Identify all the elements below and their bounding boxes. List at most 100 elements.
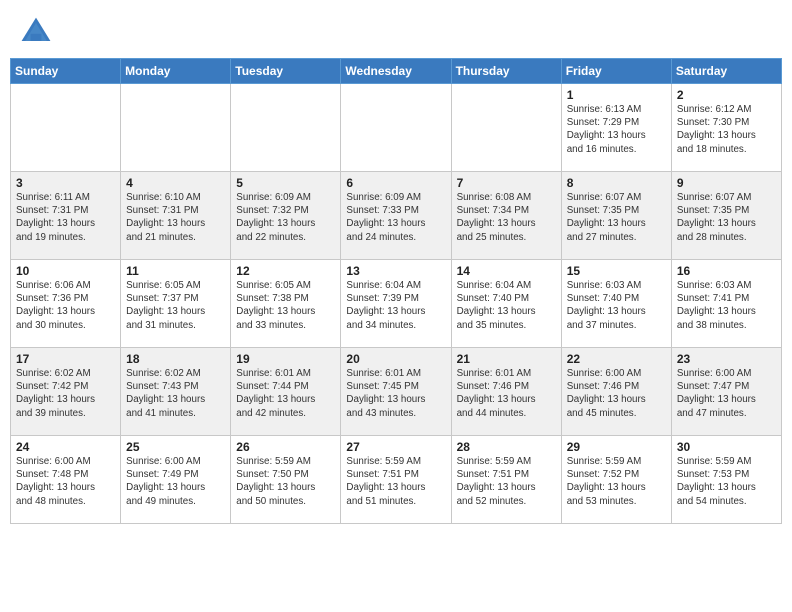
calendar-cell: 18Sunrise: 6:02 AM Sunset: 7:43 PM Dayli…	[121, 348, 231, 436]
day-number: 16	[677, 264, 776, 278]
day-info: Sunrise: 6:02 AM Sunset: 7:43 PM Dayligh…	[126, 367, 225, 420]
day-number: 13	[346, 264, 445, 278]
calendar-cell: 19Sunrise: 6:01 AM Sunset: 7:44 PM Dayli…	[231, 348, 341, 436]
day-number: 26	[236, 440, 335, 454]
weekday-header-sunday: Sunday	[11, 59, 121, 84]
day-info: Sunrise: 5:59 AM Sunset: 7:52 PM Dayligh…	[567, 455, 666, 508]
calendar-cell	[231, 84, 341, 172]
calendar-cell	[451, 84, 561, 172]
day-info: Sunrise: 6:04 AM Sunset: 7:39 PM Dayligh…	[346, 279, 445, 332]
day-info: Sunrise: 6:08 AM Sunset: 7:34 PM Dayligh…	[457, 191, 556, 244]
weekday-header-thursday: Thursday	[451, 59, 561, 84]
calendar-cell: 8Sunrise: 6:07 AM Sunset: 7:35 PM Daylig…	[561, 172, 671, 260]
day-info: Sunrise: 6:03 AM Sunset: 7:40 PM Dayligh…	[567, 279, 666, 332]
day-number: 1	[567, 88, 666, 102]
calendar-cell: 17Sunrise: 6:02 AM Sunset: 7:42 PM Dayli…	[11, 348, 121, 436]
day-number: 17	[16, 352, 115, 366]
day-info: Sunrise: 6:00 AM Sunset: 7:46 PM Dayligh…	[567, 367, 666, 420]
day-number: 5	[236, 176, 335, 190]
day-number: 15	[567, 264, 666, 278]
day-number: 4	[126, 176, 225, 190]
page: SundayMondayTuesdayWednesdayThursdayFrid…	[0, 0, 792, 612]
calendar-cell: 6Sunrise: 6:09 AM Sunset: 7:33 PM Daylig…	[341, 172, 451, 260]
calendar-cell	[341, 84, 451, 172]
calendar-cell: 10Sunrise: 6:06 AM Sunset: 7:36 PM Dayli…	[11, 260, 121, 348]
calendar-cell: 7Sunrise: 6:08 AM Sunset: 7:34 PM Daylig…	[451, 172, 561, 260]
day-number: 8	[567, 176, 666, 190]
calendar-cell: 14Sunrise: 6:04 AM Sunset: 7:40 PM Dayli…	[451, 260, 561, 348]
day-info: Sunrise: 6:01 AM Sunset: 7:44 PM Dayligh…	[236, 367, 335, 420]
day-number: 2	[677, 88, 776, 102]
calendar-cell: 24Sunrise: 6:00 AM Sunset: 7:48 PM Dayli…	[11, 436, 121, 524]
calendar-cell	[11, 84, 121, 172]
calendar-cell	[121, 84, 231, 172]
day-number: 9	[677, 176, 776, 190]
day-info: Sunrise: 6:09 AM Sunset: 7:33 PM Dayligh…	[346, 191, 445, 244]
day-info: Sunrise: 5:59 AM Sunset: 7:50 PM Dayligh…	[236, 455, 335, 508]
day-info: Sunrise: 5:59 AM Sunset: 7:53 PM Dayligh…	[677, 455, 776, 508]
calendar-cell: 4Sunrise: 6:10 AM Sunset: 7:31 PM Daylig…	[121, 172, 231, 260]
calendar-cell: 2Sunrise: 6:12 AM Sunset: 7:30 PM Daylig…	[671, 84, 781, 172]
day-info: Sunrise: 6:12 AM Sunset: 7:30 PM Dayligh…	[677, 103, 776, 156]
day-info: Sunrise: 6:01 AM Sunset: 7:46 PM Dayligh…	[457, 367, 556, 420]
logo-icon	[18, 14, 54, 50]
day-info: Sunrise: 5:59 AM Sunset: 7:51 PM Dayligh…	[346, 455, 445, 508]
day-number: 11	[126, 264, 225, 278]
day-info: Sunrise: 6:05 AM Sunset: 7:38 PM Dayligh…	[236, 279, 335, 332]
day-info: Sunrise: 6:10 AM Sunset: 7:31 PM Dayligh…	[126, 191, 225, 244]
calendar-cell: 30Sunrise: 5:59 AM Sunset: 7:53 PM Dayli…	[671, 436, 781, 524]
day-info: Sunrise: 6:06 AM Sunset: 7:36 PM Dayligh…	[16, 279, 115, 332]
day-number: 29	[567, 440, 666, 454]
weekday-header-monday: Monday	[121, 59, 231, 84]
day-info: Sunrise: 5:59 AM Sunset: 7:51 PM Dayligh…	[457, 455, 556, 508]
day-info: Sunrise: 6:01 AM Sunset: 7:45 PM Dayligh…	[346, 367, 445, 420]
calendar-cell: 28Sunrise: 5:59 AM Sunset: 7:51 PM Dayli…	[451, 436, 561, 524]
calendar-cell: 5Sunrise: 6:09 AM Sunset: 7:32 PM Daylig…	[231, 172, 341, 260]
calendar-week-3: 10Sunrise: 6:06 AM Sunset: 7:36 PM Dayli…	[11, 260, 782, 348]
calendar-cell: 3Sunrise: 6:11 AM Sunset: 7:31 PM Daylig…	[11, 172, 121, 260]
day-number: 3	[16, 176, 115, 190]
day-info: Sunrise: 6:02 AM Sunset: 7:42 PM Dayligh…	[16, 367, 115, 420]
day-number: 20	[346, 352, 445, 366]
weekday-header-tuesday: Tuesday	[231, 59, 341, 84]
calendar-cell: 9Sunrise: 6:07 AM Sunset: 7:35 PM Daylig…	[671, 172, 781, 260]
day-number: 10	[16, 264, 115, 278]
calendar-cell: 13Sunrise: 6:04 AM Sunset: 7:39 PM Dayli…	[341, 260, 451, 348]
weekday-header-saturday: Saturday	[671, 59, 781, 84]
calendar-week-4: 17Sunrise: 6:02 AM Sunset: 7:42 PM Dayli…	[11, 348, 782, 436]
calendar: SundayMondayTuesdayWednesdayThursdayFrid…	[0, 58, 792, 612]
calendar-cell: 22Sunrise: 6:00 AM Sunset: 7:46 PM Dayli…	[561, 348, 671, 436]
calendar-week-5: 24Sunrise: 6:00 AM Sunset: 7:48 PM Dayli…	[11, 436, 782, 524]
day-info: Sunrise: 6:07 AM Sunset: 7:35 PM Dayligh…	[677, 191, 776, 244]
calendar-cell: 11Sunrise: 6:05 AM Sunset: 7:37 PM Dayli…	[121, 260, 231, 348]
day-info: Sunrise: 6:04 AM Sunset: 7:40 PM Dayligh…	[457, 279, 556, 332]
day-info: Sunrise: 6:13 AM Sunset: 7:29 PM Dayligh…	[567, 103, 666, 156]
calendar-cell: 16Sunrise: 6:03 AM Sunset: 7:41 PM Dayli…	[671, 260, 781, 348]
day-info: Sunrise: 6:00 AM Sunset: 7:49 PM Dayligh…	[126, 455, 225, 508]
day-info: Sunrise: 6:00 AM Sunset: 7:48 PM Dayligh…	[16, 455, 115, 508]
day-info: Sunrise: 6:03 AM Sunset: 7:41 PM Dayligh…	[677, 279, 776, 332]
day-number: 18	[126, 352, 225, 366]
day-info: Sunrise: 6:09 AM Sunset: 7:32 PM Dayligh…	[236, 191, 335, 244]
day-info: Sunrise: 6:00 AM Sunset: 7:47 PM Dayligh…	[677, 367, 776, 420]
weekday-header-friday: Friday	[561, 59, 671, 84]
calendar-cell: 25Sunrise: 6:00 AM Sunset: 7:49 PM Dayli…	[121, 436, 231, 524]
header	[0, 0, 792, 58]
weekday-header-wednesday: Wednesday	[341, 59, 451, 84]
weekday-header-row: SundayMondayTuesdayWednesdayThursdayFrid…	[11, 59, 782, 84]
day-number: 19	[236, 352, 335, 366]
calendar-cell: 27Sunrise: 5:59 AM Sunset: 7:51 PM Dayli…	[341, 436, 451, 524]
day-number: 14	[457, 264, 556, 278]
day-info: Sunrise: 6:05 AM Sunset: 7:37 PM Dayligh…	[126, 279, 225, 332]
day-number: 6	[346, 176, 445, 190]
day-number: 23	[677, 352, 776, 366]
calendar-table: SundayMondayTuesdayWednesdayThursdayFrid…	[10, 58, 782, 524]
calendar-cell: 15Sunrise: 6:03 AM Sunset: 7:40 PM Dayli…	[561, 260, 671, 348]
calendar-cell: 23Sunrise: 6:00 AM Sunset: 7:47 PM Dayli…	[671, 348, 781, 436]
day-info: Sunrise: 6:07 AM Sunset: 7:35 PM Dayligh…	[567, 191, 666, 244]
day-info: Sunrise: 6:11 AM Sunset: 7:31 PM Dayligh…	[16, 191, 115, 244]
calendar-cell: 29Sunrise: 5:59 AM Sunset: 7:52 PM Dayli…	[561, 436, 671, 524]
day-number: 12	[236, 264, 335, 278]
day-number: 7	[457, 176, 556, 190]
calendar-week-2: 3Sunrise: 6:11 AM Sunset: 7:31 PM Daylig…	[11, 172, 782, 260]
